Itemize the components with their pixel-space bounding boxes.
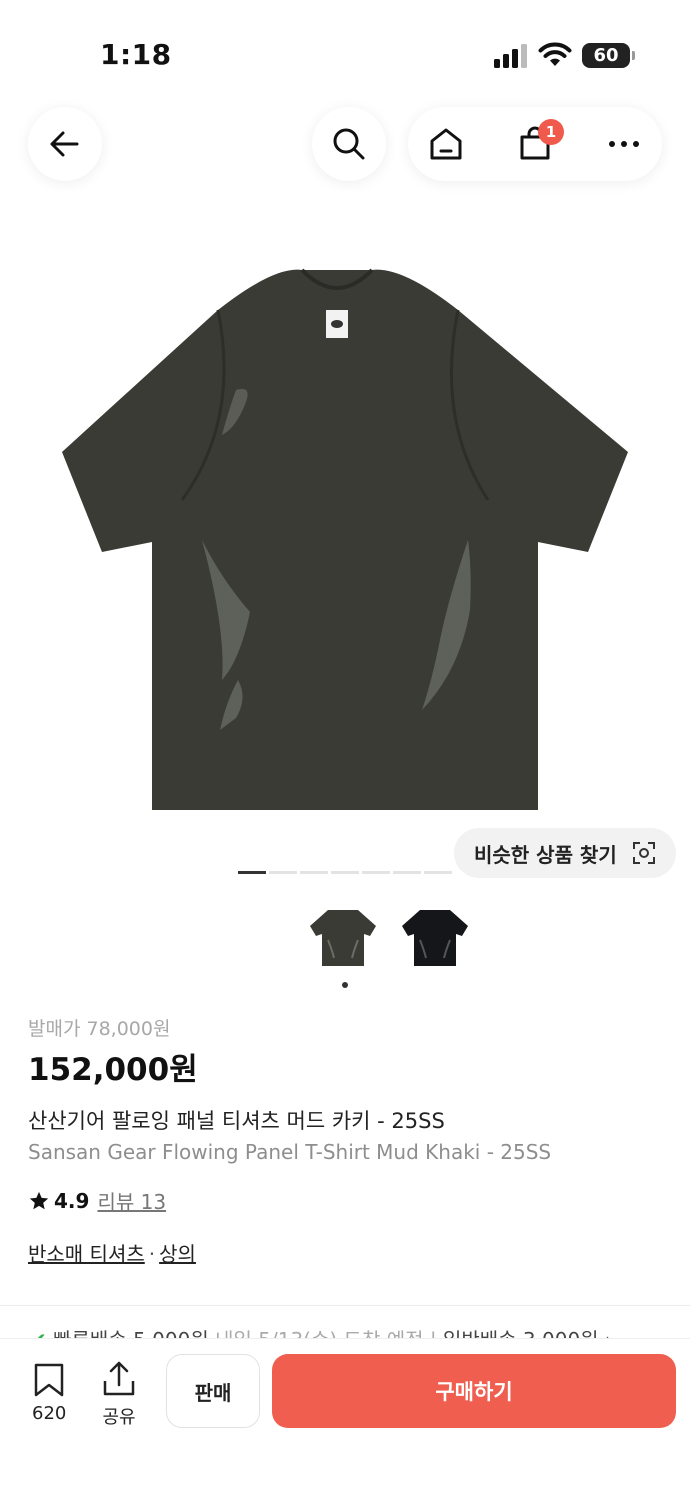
color-option-khaki[interactable] [308,900,378,974]
buy-button[interactable]: 구매하기 [272,1354,676,1428]
wishlist-count: 620 [32,1403,67,1424]
gallery-indicator-segment [331,871,359,874]
find-similar-button[interactable]: 비슷한 상품 찾기 [454,828,676,878]
back-button[interactable] [28,107,102,181]
cellular-signal-icon [494,44,527,68]
gallery-indicator-segment [362,871,390,874]
find-similar-label: 비슷한 상품 찾기 [474,842,617,867]
wifi-icon [538,42,572,66]
original-price: 발매가 78,000원 [28,1018,171,1040]
gallery-indicator-segment [269,871,297,874]
rating-row: 4.9 리뷰 13 [28,1186,166,1215]
category-link-short-sleeve[interactable]: 반소매 티셔츠 [28,1242,145,1266]
current-price: 152,000원 [28,1052,198,1088]
bottom-action-bar: 620 공유 판매 구매하기 [0,1338,690,1500]
back-arrow-icon [50,131,79,157]
sell-button[interactable]: 판매 [166,1354,260,1428]
gallery-indicator-segment [300,871,328,874]
share-label: 공유 [102,1407,136,1428]
nav-actions-group [408,107,662,181]
bookmark-icon [34,1363,64,1397]
gallery-indicator-segment [238,871,266,874]
section-divider [0,1305,690,1306]
search-button[interactable] [312,107,386,181]
buy-label: 구매하기 [435,1380,513,1404]
category-breadcrumb: 반소매 티셔츠 · 상의 [28,1238,196,1267]
battery-indicator: 60 [582,43,635,68]
share-button[interactable]: 공유 [102,1361,136,1429]
product-image[interactable] [40,240,650,840]
color-option-black[interactable] [400,900,470,974]
review-link[interactable]: 리뷰 13 [97,1186,166,1215]
home-icon [430,128,462,160]
lens-scan-icon [633,842,655,864]
gallery-indicator-segment [424,871,452,874]
sell-label: 판매 [194,1380,232,1405]
more-menu-button[interactable] [604,124,644,164]
share-icon [103,1361,135,1396]
status-bar: 1:18 60 [0,0,690,100]
product-title-korean: 산산기어 팔로잉 패널 티셔츠 머드 카키 - 25SS [28,1109,445,1133]
more-dots-icon [609,141,639,147]
black-shirt-thumbnail [402,910,468,966]
product-title-english: Sansan Gear Flowing Panel T-Shirt Mud Kh… [28,1140,552,1164]
khaki-shirt-thumbnail [310,910,376,966]
rating-score: 4.9 [54,1188,90,1213]
cart-count-badge: 1 [538,119,564,145]
star-icon [29,1191,49,1209]
gallery-indicator [238,871,452,874]
status-time: 1:18 [100,38,172,71]
wishlist-button[interactable]: 620 [32,1363,66,1424]
search-icon [333,128,365,160]
selected-color-dot [342,982,348,988]
t-shirt-image [62,268,628,811]
gallery-indicator-segment [393,871,421,874]
home-button[interactable] [426,124,466,164]
category-link-tops[interactable]: 상의 [159,1242,196,1266]
color-thumbnails [308,900,470,974]
category-separator: · [148,1242,156,1266]
